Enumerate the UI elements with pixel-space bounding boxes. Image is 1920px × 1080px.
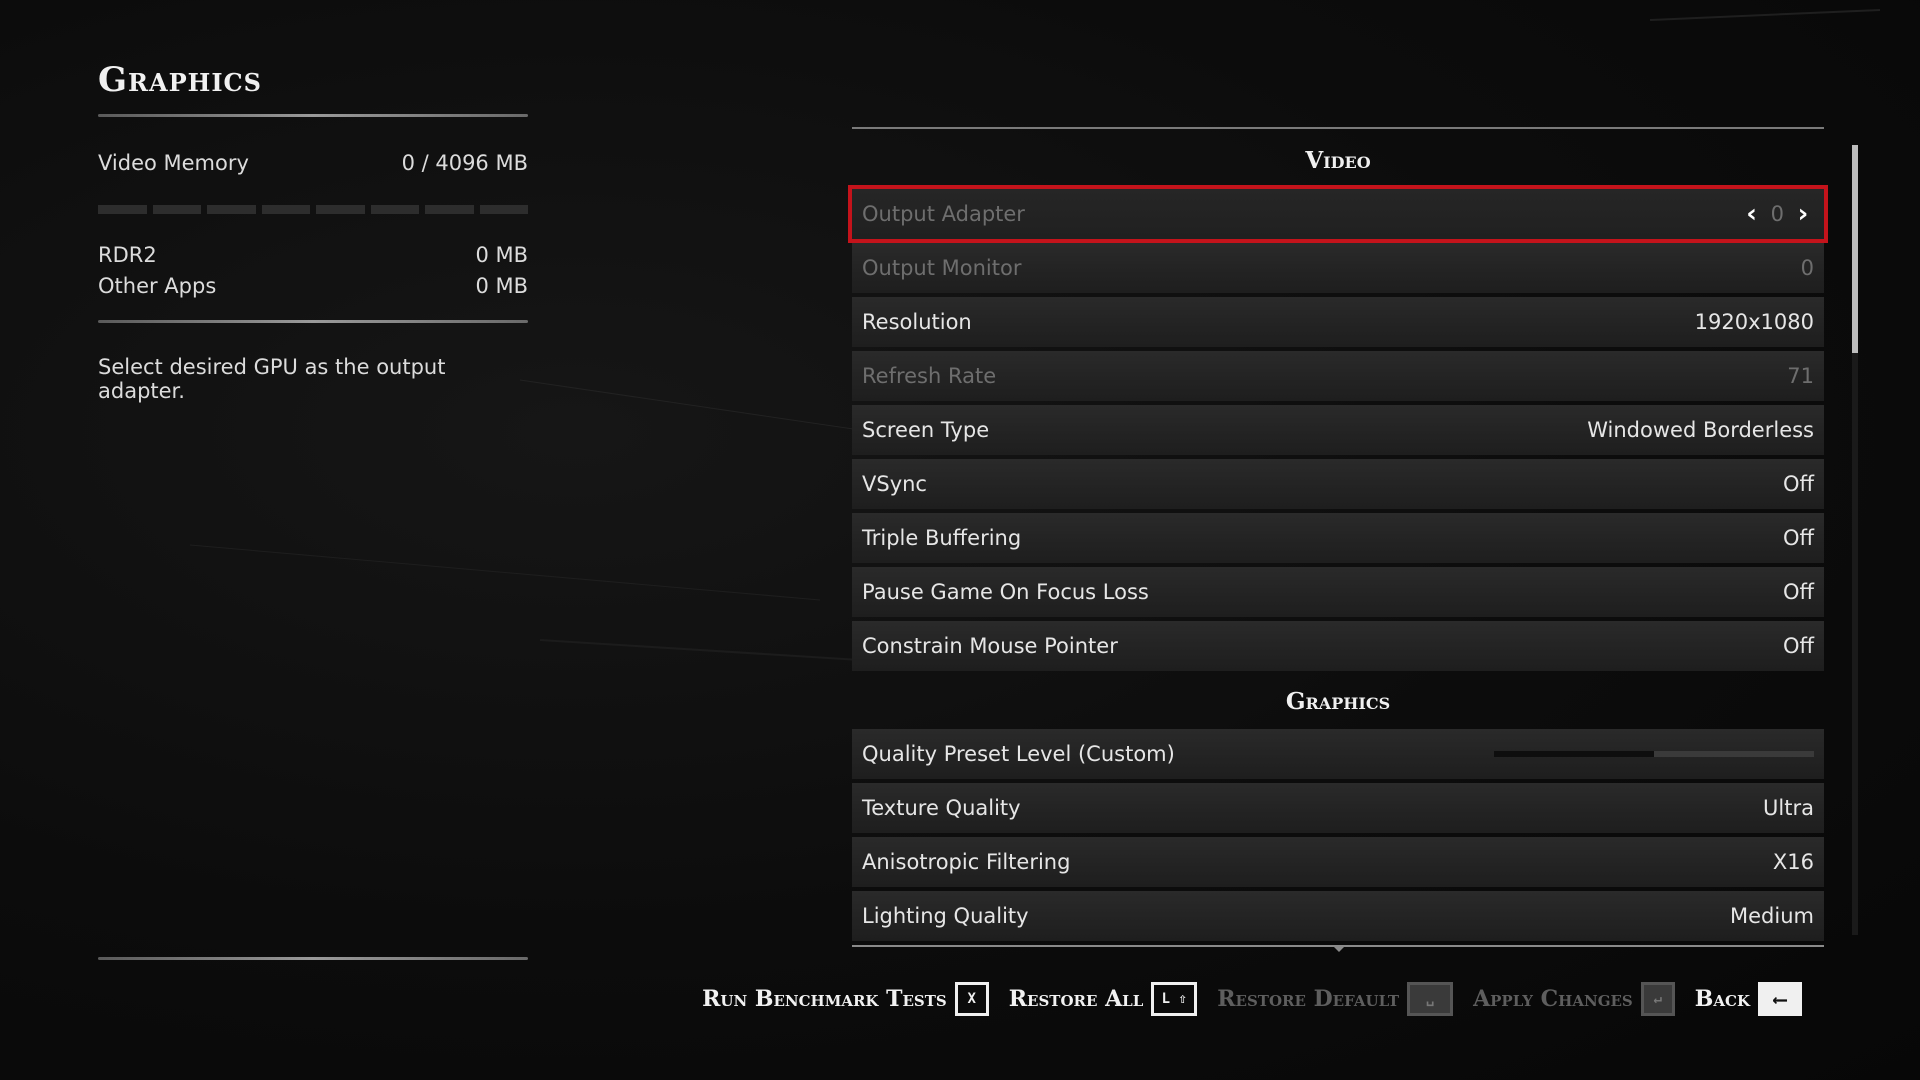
apply-changes-button[interactable]: Apply Changes ↵ [1473, 982, 1675, 1016]
setting-value: X16 [1772, 850, 1814, 874]
setting-value: Medium [1730, 904, 1814, 928]
video-memory-bar [98, 205, 528, 214]
app-memory-row-other: Other Apps 0 MB [98, 271, 528, 302]
memory-bar-segment [316, 205, 365, 214]
setting-pause-on-focus-loss[interactable]: Pause Game On Focus Loss Off [852, 567, 1824, 617]
run-benchmark-button[interactable]: Run Benchmark Tests X [702, 982, 989, 1016]
memory-bar-segment [261, 205, 310, 214]
memory-info-panel: Graphics Video Memory 0 / 4096 MB RDR2 0… [98, 56, 528, 403]
setting-label: Lighting Quality [862, 904, 1029, 928]
setting-description: Select desired GPU as the output adapter… [98, 355, 446, 403]
footer-actions: Run Benchmark Tests X Restore All L ⇧ Re… [702, 982, 1802, 1016]
setting-vsync[interactable]: VSync Off [852, 459, 1824, 509]
video-memory-row: Video Memory 0 / 4096 MB [98, 151, 528, 175]
restore-default-label: Restore Default [1217, 986, 1400, 1012]
setting-value: 71 [1787, 364, 1814, 388]
restore-default-button[interactable]: Restore Default ␣ [1217, 982, 1454, 1016]
setting-label: Refresh Rate [862, 364, 997, 388]
setting-label: Anisotropic Filtering [862, 850, 1071, 874]
video-memory-label: Video Memory [98, 151, 249, 175]
setting-label: Output Adapter [862, 202, 1025, 226]
setting-value: Ultra [1763, 796, 1814, 820]
memory-bar-segment [152, 205, 201, 214]
setting-value: Off [1783, 526, 1814, 550]
app-memory-label: Other Apps [98, 274, 217, 298]
apply-changes-label: Apply Changes [1473, 986, 1633, 1012]
setting-anisotropic-filtering[interactable]: Anisotropic Filtering X16 [852, 837, 1824, 887]
space-key-icon: ␣ [1407, 982, 1454, 1016]
quality-preset-slider[interactable] [1494, 751, 1814, 757]
setting-refresh-rate[interactable]: Refresh Rate 71 [852, 351, 1824, 401]
app-memory-list: RDR2 0 MB Other Apps 0 MB [98, 240, 528, 302]
scrollbar-thumb[interactable] [1852, 145, 1858, 353]
setting-label: VSync [862, 472, 927, 496]
left-bottom-divider [98, 957, 528, 960]
chevron-left-icon[interactable]: ‹ [1741, 201, 1763, 227]
setting-value: Off [1783, 580, 1814, 604]
setting-label: Constrain Mouse Pointer [862, 634, 1118, 658]
setting-output-monitor[interactable]: Output Monitor 0 [852, 243, 1824, 293]
section-header-graphics: Graphics [1285, 688, 1391, 715]
app-memory-value: 0 MB [475, 243, 528, 267]
x-key-icon: X [954, 982, 989, 1016]
setting-triple-buffering[interactable]: Triple Buffering Off [852, 513, 1824, 563]
memory-bar-segment [370, 205, 419, 214]
chevron-right-icon[interactable]: › [1792, 201, 1814, 227]
setting-value: 0 [1800, 256, 1814, 280]
setting-label: Output Monitor [862, 256, 1022, 280]
memory-bar-segment [479, 205, 528, 214]
slider-fill [1494, 751, 1654, 757]
setting-label: Texture Quality [862, 796, 1021, 820]
setting-value: 0 [1770, 202, 1784, 226]
back-button[interactable]: Back ⟵ [1695, 982, 1802, 1016]
memory-bar-segment [98, 205, 147, 214]
setting-label: Quality Preset Level (Custom) [862, 742, 1175, 766]
settings-bottom-divider [852, 945, 1824, 952]
setting-screen-type[interactable]: Screen Type Windowed Borderless [852, 405, 1824, 455]
memory-bar-segment [425, 205, 474, 214]
app-memory-row-rdr2: RDR2 0 MB [98, 240, 528, 271]
restore-all-label: Restore All [1008, 986, 1144, 1012]
run-benchmark-label: Run Benchmark Tests [702, 986, 947, 1012]
setting-label: Resolution [862, 310, 972, 334]
app-memory-value: 0 MB [475, 274, 528, 298]
setting-label: Screen Type [862, 418, 990, 442]
settings-scrollbar[interactable] [1852, 145, 1858, 935]
setting-constrain-mouse[interactable]: Constrain Mouse Pointer Off [852, 621, 1824, 671]
section-header-video: Video [1305, 147, 1371, 174]
memory-bar-segment [207, 205, 256, 214]
restore-all-button[interactable]: Restore All L ⇧ [1009, 982, 1198, 1016]
app-memory-label: RDR2 [98, 243, 157, 267]
setting-lighting-quality[interactable]: Lighting Quality Medium [852, 891, 1824, 941]
setting-output-adapter[interactable]: Output Adapter ‹ 0 › [848, 185, 1828, 243]
video-memory-value: 0 / 4096 MB [401, 151, 528, 175]
settings-top-divider [852, 127, 1824, 129]
setting-label: Triple Buffering [862, 526, 1022, 550]
back-arrow-icon: ⟵ [1758, 982, 1802, 1016]
setting-texture-quality[interactable]: Texture Quality Ultra [852, 783, 1824, 833]
graphics-settings: Quality Preset Level (Custom) Texture Qu… [852, 729, 1824, 941]
shift-l-key-icon: L ⇧ [1151, 982, 1198, 1016]
setting-value: 1920x1080 [1694, 310, 1814, 334]
title-divider [98, 114, 528, 117]
setting-value-group: ‹ 0 › [1741, 201, 1814, 227]
setting-quality-preset[interactable]: Quality Preset Level (Custom) [852, 729, 1824, 779]
page-title: Graphics [98, 60, 262, 100]
enter-key-icon: ↵ [1640, 982, 1675, 1016]
back-label: Back [1694, 986, 1750, 1012]
setting-value: Off [1783, 634, 1814, 658]
setting-value: Windowed Borderless [1587, 418, 1814, 442]
setting-value: Off [1783, 472, 1814, 496]
video-settings: Output Adapter ‹ 0 › Output Monitor 0 Re… [848, 185, 1828, 671]
memory-divider [98, 320, 528, 323]
setting-resolution[interactable]: Resolution 1920x1080 [852, 297, 1824, 347]
setting-label: Pause Game On Focus Loss [862, 580, 1149, 604]
settings-list: Video Output Adapter ‹ 0 › Output Monito… [848, 127, 1828, 952]
